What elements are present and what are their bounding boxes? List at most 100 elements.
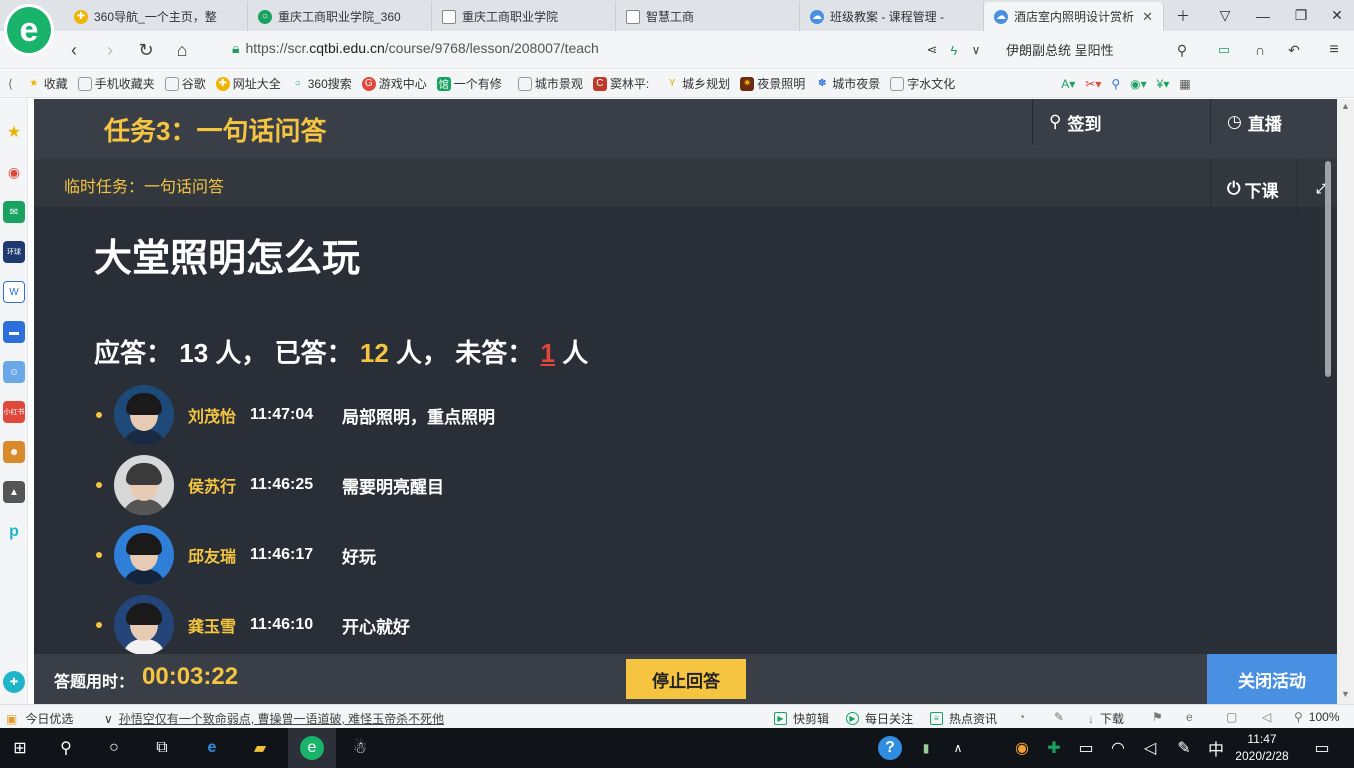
- bookmark-doulinping[interactable]: C 窦林平:: [592, 75, 649, 92]
- content-scrollbar[interactable]: [1325, 161, 1331, 377]
- search-icon[interactable]: ⚲: [1170, 38, 1194, 62]
- flag-icon[interactable]: ⚑: [1152, 710, 1163, 724]
- notification-icon[interactable]: ▭: [1310, 736, 1334, 760]
- refresh-icon[interactable]: ↻: [134, 38, 158, 62]
- apps-grid-icon[interactable]: ▦: [1179, 77, 1190, 91]
- cortana-icon[interactable]: ○: [102, 736, 126, 760]
- xiaohongshu-icon[interactable]: 小红书: [3, 401, 25, 423]
- 360-browser-icon[interactable]: e: [300, 736, 324, 760]
- ie-icon[interactable]: e: [1186, 710, 1193, 724]
- weibo-icon[interactable]: ◉: [3, 161, 25, 183]
- hot-news[interactable]: ≡ 热点资讯: [930, 710, 997, 727]
- lightning-icon[interactable]: ϟ: [942, 38, 966, 62]
- end-class-button[interactable]: ⏻ 下课: [1210, 159, 1297, 219]
- close-tab-icon[interactable]: ✕: [1134, 9, 1153, 25]
- collapse-sidebar-icon[interactable]: ⟨: [8, 77, 13, 91]
- tab-cqtbi-360[interactable]: ○ 重庆工商职业学院_360: [248, 2, 432, 31]
- pin-icon[interactable]: ✎: [1054, 710, 1064, 724]
- search-icon[interactable]: ⚲: [54, 736, 78, 760]
- chevron-down-icon[interactable]: ∨: [964, 38, 988, 62]
- quick-edit[interactable]: ▶ 快剪辑: [774, 710, 829, 727]
- speaker-app-icon[interactable]: ◉: [1010, 736, 1034, 760]
- pubg-icon[interactable]: ▲: [3, 481, 25, 503]
- bookmark-sites[interactable]: ✚ 网址大全: [215, 75, 281, 92]
- translate-icon[interactable]: A▾: [1061, 77, 1075, 91]
- daily-focus[interactable]: ▶ 每日关注: [846, 710, 913, 727]
- scroll-down-icon[interactable]: ▼: [1341, 689, 1350, 699]
- mail-icon[interactable]: ✉: [3, 201, 25, 223]
- share-icon[interactable]: ⋖: [920, 38, 944, 62]
- bookmark-zishui[interactable]: 字水文化: [890, 75, 955, 92]
- scroll-up-icon[interactable]: ▲: [1341, 101, 1350, 111]
- home-icon[interactable]: ⌂: [170, 38, 194, 62]
- bookmark-google[interactable]: 谷歌: [164, 75, 206, 92]
- word-icon[interactable]: W: [3, 281, 25, 303]
- power-plan-icon[interactable]: ▮: [914, 736, 938, 760]
- bookmark-games[interactable]: G 游戏中心: [361, 75, 427, 92]
- plus-icon[interactable]: ✚: [3, 671, 25, 693]
- today-picks[interactable]: ▣ 今日优选: [6, 710, 73, 727]
- show-hidden-icons[interactable]: ∧: [946, 736, 970, 760]
- menu-icon[interactable]: ≡: [1322, 38, 1346, 62]
- bookmark-360search[interactable]: ○ 360搜索: [291, 75, 352, 92]
- network-devices-icon[interactable]: ▭: [1074, 736, 1098, 760]
- task-view-icon[interactable]: ⧉: [150, 736, 174, 760]
- pen-icon[interactable]: ✎: [1172, 736, 1196, 760]
- bookmark-favorites[interactable]: ★ 收藏: [27, 75, 68, 92]
- window-close-icon[interactable]: ✕: [1318, 0, 1354, 31]
- new-tab-icon[interactable]: ＋: [1164, 0, 1202, 31]
- game-avatar-icon[interactable]: ☺: [3, 361, 25, 383]
- edge-icon[interactable]: e: [200, 736, 224, 760]
- volume-icon[interactable]: ◁: [1138, 736, 1162, 760]
- scissors-icon[interactable]: ✂▾: [1085, 77, 1101, 91]
- checkin-button[interactable]: ⚲ 签到: [1032, 99, 1210, 145]
- volume-icon[interactable]: ◁: [1262, 710, 1271, 724]
- tab-hotel-lighting[interactable]: ☁ 酒店室内照明设计赏析 ✕: [984, 2, 1164, 31]
- speed-icon[interactable]: ◔: [1018, 710, 1025, 724]
- magnifier-icon[interactable]: ⚲: [1111, 77, 1120, 91]
- headline-link[interactable]: ∨ 孙悟空仅有一个致命弱点, 曹操曾一语道破, 难怪玉帝杀不死他: [104, 710, 444, 727]
- star-icon[interactable]: ★: [3, 121, 25, 143]
- tab-class-plan[interactable]: ☁ 班级教案 - 课程管理 -: [800, 2, 984, 31]
- forward-icon[interactable]: ›: [98, 38, 122, 62]
- qq-icon[interactable]: ☃: [348, 736, 372, 760]
- bookmark-city-night[interactable]: ✽ 城市夜景: [815, 75, 880, 92]
- stop-answering-button[interactable]: 停止回答: [626, 659, 746, 699]
- back-icon[interactable]: ‹: [62, 38, 86, 62]
- help-icon[interactable]: ?: [878, 736, 902, 760]
- game-icon[interactable]: ☻: [3, 441, 25, 463]
- minimize-icon[interactable]: —: [1244, 0, 1282, 31]
- tab-cqtbi[interactable]: 重庆工商职业学院: [432, 2, 616, 31]
- tab-360-nav[interactable]: ✚ 360导航_一个主页，整: [64, 2, 248, 31]
- bookmark-urban-planning[interactable]: Y 城乡规划: [665, 75, 730, 92]
- wifi-icon[interactable]: ◠: [1106, 736, 1130, 760]
- unanswered-count[interactable]: 1: [541, 338, 555, 368]
- url-field[interactable]: 🔒︎ https://scr.cqtbi.edu.cn/course/9768/l…: [232, 40, 599, 57]
- file-explorer-icon[interactable]: ▰: [248, 736, 272, 760]
- windows-start-icon[interactable]: ⊞: [8, 736, 32, 760]
- window-icon[interactable]: ▢: [1226, 710, 1237, 724]
- close-activity-button[interactable]: 关闭活动: [1207, 654, 1337, 704]
- huanqiu-icon[interactable]: 环球: [3, 241, 25, 263]
- restore-icon[interactable]: ❐: [1282, 0, 1320, 31]
- bookmark-mobile[interactable]: 手机收藏夹: [77, 75, 155, 92]
- browser-logo-icon[interactable]: e: [4, 4, 54, 56]
- tab-smart-campus[interactable]: 智慧工商: [616, 2, 800, 31]
- fullscreen-icon[interactable]: ⤢: [1297, 159, 1327, 219]
- skin-icon[interactable]: ▽: [1206, 0, 1244, 31]
- bookmark-city-landscape[interactable]: 城市景观: [517, 75, 583, 92]
- live-button[interactable]: ◷ 直播: [1210, 99, 1337, 145]
- bookmark-yigeyouxiu[interactable]: 馆一个有修: [436, 75, 502, 92]
- headphones-icon[interactable]: ∩: [1248, 38, 1272, 62]
- undo-icon[interactable]: ↶: [1282, 38, 1306, 62]
- gamepad-icon[interactable]: ◉▾: [1130, 77, 1147, 91]
- ime-indicator[interactable]: 中: [1204, 736, 1228, 760]
- bookmark-night-lighting[interactable]: ✷ 夜景照明: [740, 75, 805, 92]
- system-clock[interactable]: 11:47 2020/2/28: [1230, 731, 1294, 765]
- downloads[interactable]: ↓ 下载: [1088, 710, 1124, 727]
- p-icon[interactable]: p: [3, 521, 25, 543]
- page-scrollbar[interactable]: ▲ ▼: [1337, 99, 1354, 704]
- 360-safe-icon[interactable]: ✚: [1042, 736, 1066, 760]
- chat-icon[interactable]: ▬: [3, 321, 25, 343]
- zoom-control[interactable]: ⚲ 100%: [1294, 710, 1340, 724]
